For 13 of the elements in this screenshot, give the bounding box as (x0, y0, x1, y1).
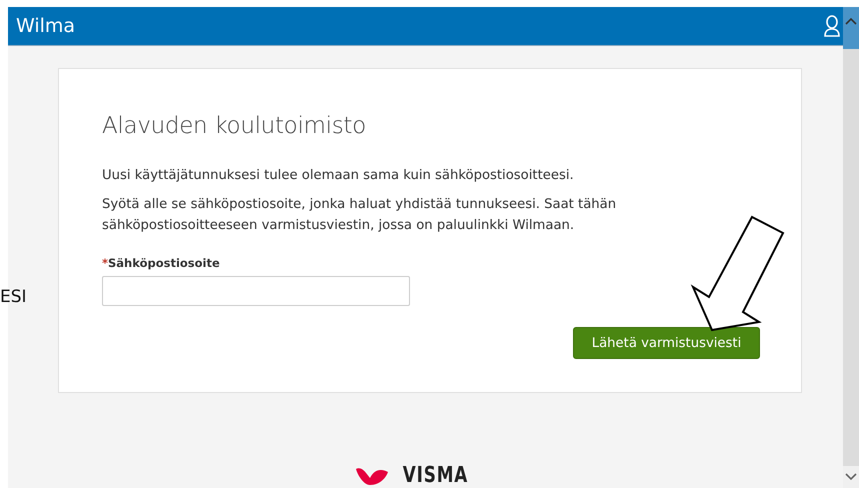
card-title: Alavuden koulutoimisto (102, 113, 367, 139)
scroll-down-icon[interactable] (845, 473, 857, 481)
info-text: Uusi käyttäjätunnuksesi tulee olemaan sama kuin sähköpostiosoitteesi. (102, 167, 575, 185)
field-label: *Sähköpostiosoite (102, 256, 221, 270)
info-text: Syötä alle se sähköpostiosoite, jonka haluat yhdistää tunnukseesi. Saat tähän sähköpostiosoitteeseen varmistusviestin, jossa on paluulinkki Wilmaan. (102, 196, 618, 235)
margin-text: ESI (0, 287, 27, 307)
user-icon[interactable] (823, 14, 841, 38)
send-button[interactable]: Lähetä varmistusviesti (573, 327, 760, 359)
scroll-up-icon[interactable] (845, 17, 857, 25)
swoosh-icon (355, 466, 390, 486)
email-field[interactable] (102, 276, 410, 306)
app-title: Wilma (15, 15, 76, 37)
visma-logo-text: VISMA (402, 463, 468, 488)
